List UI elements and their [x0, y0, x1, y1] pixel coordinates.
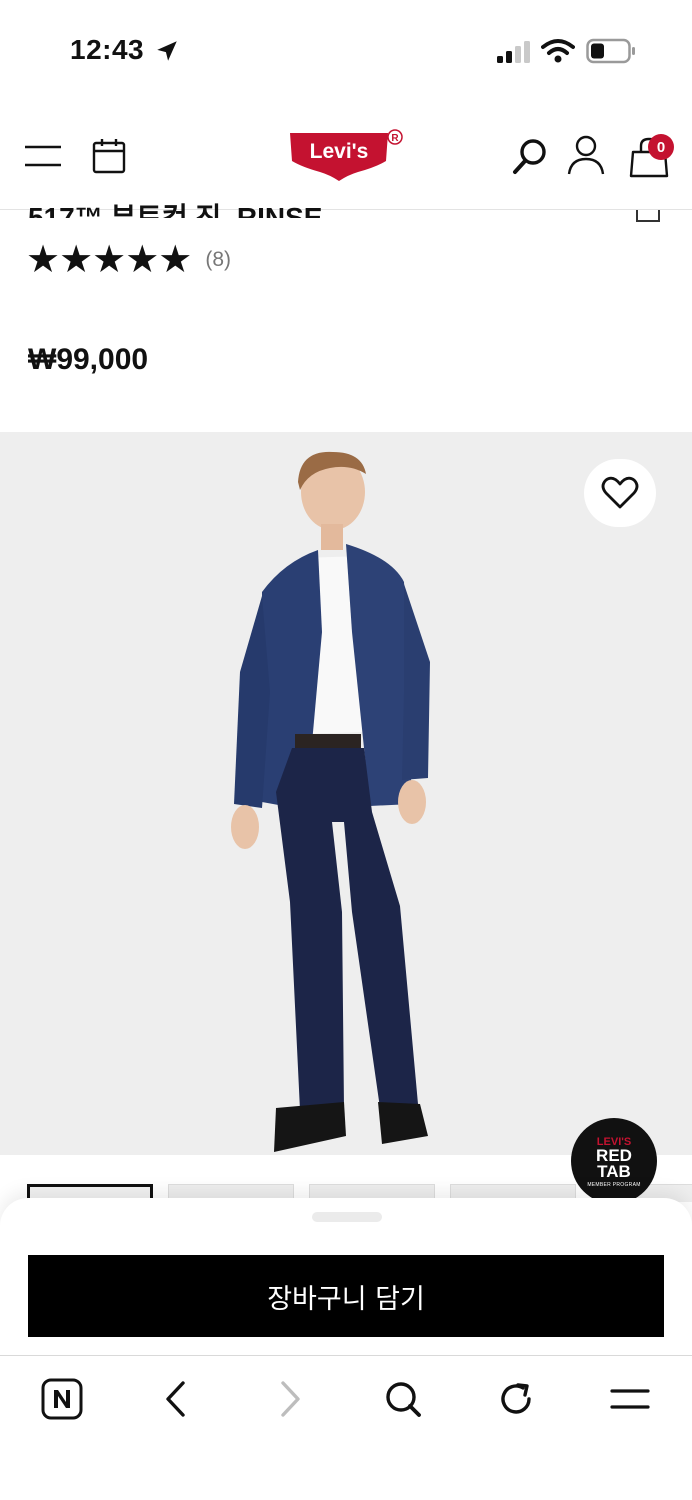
product-rating[interactable]: ★★★★★ (8) [26, 240, 231, 280]
red-tab-badge[interactable]: LEVI'S RED TAB MEMBER PROGRAM [571, 1118, 657, 1204]
red-tab-line2: TAB [597, 1162, 631, 1181]
product-title-text: 517™ 부트컷 진_RINSE [28, 202, 323, 218]
product-title: 517™ 부트컷 진_RINSE [28, 190, 628, 218]
levis-batwing-logo: Levi's R [290, 129, 403, 181]
wifi-icon [541, 39, 575, 63]
browser-search-button[interactable] [373, 1374, 433, 1424]
heart-icon [601, 476, 639, 509]
location-arrow-icon [157, 41, 177, 61]
menu-icon [25, 145, 61, 167]
rating-stars: ★★★★★ [26, 239, 192, 281]
browser-menu-button[interactable] [600, 1374, 660, 1424]
naver-home-button[interactable] [32, 1374, 92, 1424]
product-image[interactable] [0, 432, 692, 1155]
naver-icon [41, 1378, 83, 1420]
search-icon [386, 1382, 421, 1417]
back-button[interactable] [146, 1374, 206, 1424]
cart-count-badge: 0 [648, 134, 674, 160]
product-price: ₩99,000 [28, 343, 149, 376]
cart-button[interactable]: 0 [626, 132, 676, 180]
signal-icon [497, 41, 530, 63]
share-icon[interactable] [636, 210, 660, 222]
status-time: 12:43 [70, 34, 145, 65]
hamburger-icon [610, 1389, 650, 1409]
battery-icon [586, 38, 635, 64]
status-bar: 12:43 [0, 0, 692, 100]
forward-icon [281, 1381, 300, 1417]
svg-text:Levi's: Levi's [310, 140, 369, 163]
menu-button[interactable] [22, 138, 64, 174]
calendar-icon [92, 139, 126, 174]
svg-text:R: R [391, 133, 399, 144]
levis-logo[interactable]: Levi's R [288, 127, 406, 183]
model-photo [0, 432, 692, 1155]
calendar-button[interactable] [88, 136, 130, 176]
search-icon [513, 139, 546, 174]
bottom-sheet: 장바구니 담기 [0, 1198, 692, 1358]
refresh-button[interactable] [486, 1374, 546, 1424]
review-count: (8) [205, 248, 232, 271]
browser-toolbar [0, 1355, 692, 1500]
account-button[interactable] [564, 132, 608, 178]
forward-button[interactable] [260, 1374, 320, 1424]
back-icon [166, 1381, 185, 1417]
sheet-drag-handle[interactable] [312, 1212, 382, 1222]
refresh-icon [501, 1383, 531, 1414]
wishlist-button[interactable] [584, 459, 656, 527]
account-icon [567, 135, 605, 175]
add-to-cart-button[interactable]: 장바구니 담기 [28, 1255, 664, 1337]
red-tab-subtext: MEMBER PROGRAM [587, 1182, 641, 1188]
search-button[interactable] [508, 134, 552, 178]
